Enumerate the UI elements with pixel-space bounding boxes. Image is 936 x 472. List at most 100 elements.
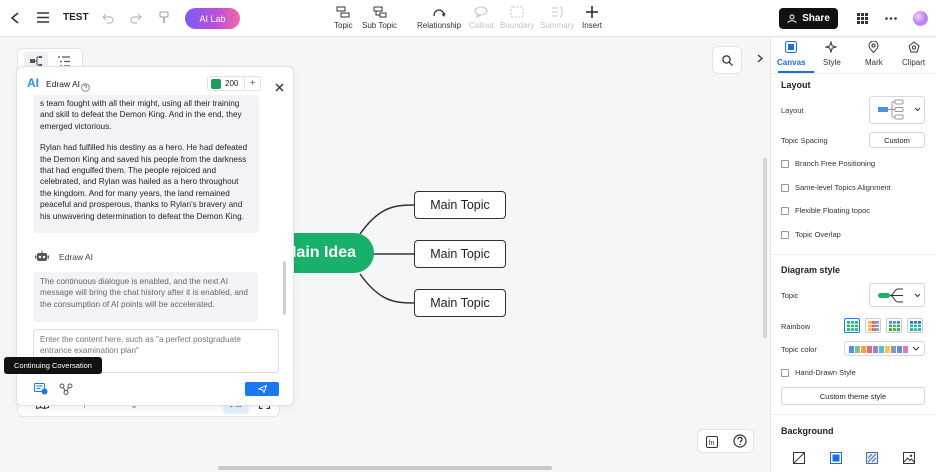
tab-style[interactable]: Style — [823, 40, 841, 67]
no-background-option[interactable] — [784, 448, 814, 468]
flexible-floating-checkbox[interactable]: Flexible Floating topoc — [781, 206, 870, 215]
layout-label: Layout — [781, 106, 804, 115]
relationship-tool[interactable]: Relationship — [417, 6, 461, 30]
boundary-tool-label: Boundary — [500, 21, 535, 30]
layout-section-title: Layout — [781, 80, 811, 90]
panel-scrollbar[interactable] — [283, 261, 286, 315]
divider — [771, 254, 936, 255]
topic-icon — [336, 6, 350, 18]
collapse-panel-icon[interactable] — [757, 50, 763, 68]
svg-text:fn: fn — [709, 440, 715, 447]
topic-overlap-checkbox[interactable]: Topic Overlap — [781, 230, 841, 239]
topic-color-label: Topic color — [781, 345, 817, 354]
relationship-icon — [432, 6, 446, 18]
function-icon[interactable]: fn — [706, 435, 718, 453]
custom-theme-style-button[interactable]: Custom theme style — [781, 387, 925, 405]
canvas-icon — [785, 41, 798, 55]
send-button[interactable] — [245, 382, 279, 396]
same-level-alignment-checkbox[interactable]: Same-level Topics Alignment — [781, 183, 891, 192]
continuous-dialogue-notice: The continuous dialogue is enabled, and … — [33, 272, 258, 322]
apps-grid-icon[interactable] — [857, 13, 868, 24]
menu-icon[interactable] — [37, 12, 49, 23]
rainbow-option-1[interactable] — [844, 318, 860, 333]
bottom-right-tools: fn — [697, 429, 754, 453]
top-toolbar: TEST AI Lab Topic Sub Topic Relationship… — [0, 0, 936, 37]
share-button[interactable]: Share — [779, 8, 838, 29]
format-painter-icon[interactable] — [158, 11, 170, 24]
clipart-icon — [907, 41, 920, 55]
solid-color-background-option[interactable] — [821, 448, 851, 468]
sub-topic-tool-label: Sub Topic — [362, 21, 397, 30]
topic-tool[interactable]: Topic — [334, 6, 353, 30]
main-topic-1[interactable]: Main Topic — [414, 191, 506, 219]
points-value: 200 — [225, 79, 239, 88]
document-title[interactable]: TEST — [63, 12, 89, 23]
color-swatch — [903, 346, 908, 353]
sub-topic-icon — [373, 6, 387, 18]
tab-mark-label: Mark — [865, 58, 883, 67]
color-swatch — [849, 346, 854, 353]
sub-topic-tool[interactable]: Sub Topic — [362, 6, 397, 30]
texture-background-option[interactable] — [857, 448, 887, 468]
rainbow-option-3[interactable] — [886, 318, 902, 333]
more-icon[interactable] — [885, 17, 897, 20]
insert-tool-label: Insert — [582, 21, 603, 30]
hand-drawn-style-checkbox[interactable]: Hand-Drawn Style — [781, 368, 856, 377]
help-icon[interactable] — [733, 434, 747, 453]
relationship-tool-label: Relationship — [417, 21, 462, 30]
checkbox-label: Branch Free Positioning — [795, 159, 876, 168]
main-topic-3[interactable]: Main Topic — [414, 289, 506, 317]
vertical-scrollbar[interactable] — [763, 158, 767, 338]
callout-tool-label: Callout — [469, 21, 494, 30]
tab-canvas[interactable]: Canvas — [777, 41, 805, 67]
bot-name: Edraw AI — [59, 252, 94, 262]
topic-spacing-label: Topic Spacing — [781, 136, 828, 145]
tab-mark[interactable]: Mark — [865, 40, 883, 67]
message-paragraph: Rylan had fulfilled his destiny as a her… — [40, 143, 248, 221]
insert-tool[interactable]: Insert — [582, 6, 602, 30]
topic-style-label: Topic — [781, 291, 799, 300]
rainbow-option-2[interactable] — [865, 318, 881, 333]
workflow-icon[interactable] — [59, 382, 73, 400]
ai-panel-title: Edraw AI — [46, 79, 81, 89]
summary-tool[interactable]: Summary — [540, 6, 574, 30]
image-background-option[interactable] — [894, 448, 924, 468]
share-label: Share — [802, 13, 830, 24]
tooltip: Continuing Coversation — [4, 357, 102, 374]
branch-free-positioning-checkbox[interactable]: Branch Free Positioning — [781, 159, 875, 168]
rainbow-label: Rainbow — [781, 322, 811, 331]
back-icon[interactable] — [10, 12, 20, 24]
add-points-button[interactable]: + — [244, 77, 260, 90]
tab-clipart[interactable]: Clipart — [902, 41, 925, 67]
color-swatch — [855, 346, 860, 353]
plus-icon — [586, 6, 598, 18]
divider — [771, 414, 936, 415]
rainbow-option-4[interactable] — [907, 318, 923, 333]
topic-spacing-custom-button[interactable]: Custom — [869, 132, 925, 148]
continuing-conversation-icon[interactable] — [34, 382, 48, 400]
summary-icon — [550, 6, 564, 18]
horizontal-scrollbar[interactable] — [218, 466, 552, 470]
ai-lab-button[interactable]: AI Lab — [185, 8, 240, 29]
summary-tool-label: Summary — [540, 21, 575, 30]
points-icon — [211, 78, 221, 89]
close-icon[interactable] — [275, 79, 284, 97]
send-icon — [256, 380, 267, 398]
boundary-tool[interactable]: Boundary — [500, 6, 534, 30]
layout-preview-icon — [878, 99, 921, 120]
undo-icon[interactable] — [102, 12, 114, 24]
topic-color-select[interactable] — [844, 341, 925, 356]
checkbox-label: Topic Overlap — [795, 230, 841, 239]
diagram-style-section-title: Diagram style — [781, 265, 841, 275]
layout-select[interactable] — [869, 96, 925, 124]
chevron-down-icon — [912, 346, 920, 351]
redo-icon[interactable] — [130, 12, 142, 24]
callout-tool[interactable]: Callout — [469, 6, 494, 30]
main-topic-2[interactable]: Main Topic — [414, 240, 506, 268]
avatar[interactable] — [913, 11, 928, 26]
message-paragraph: s team fought with all their might, usin… — [40, 99, 242, 131]
background-section-title: Background — [781, 426, 834, 436]
checkbox-label: Hand-Drawn Style — [795, 368, 856, 377]
topic-style-select[interactable] — [869, 283, 925, 307]
edraw-ai-panel: AI Edraw AI 200 + s team fought with all… — [16, 66, 294, 406]
